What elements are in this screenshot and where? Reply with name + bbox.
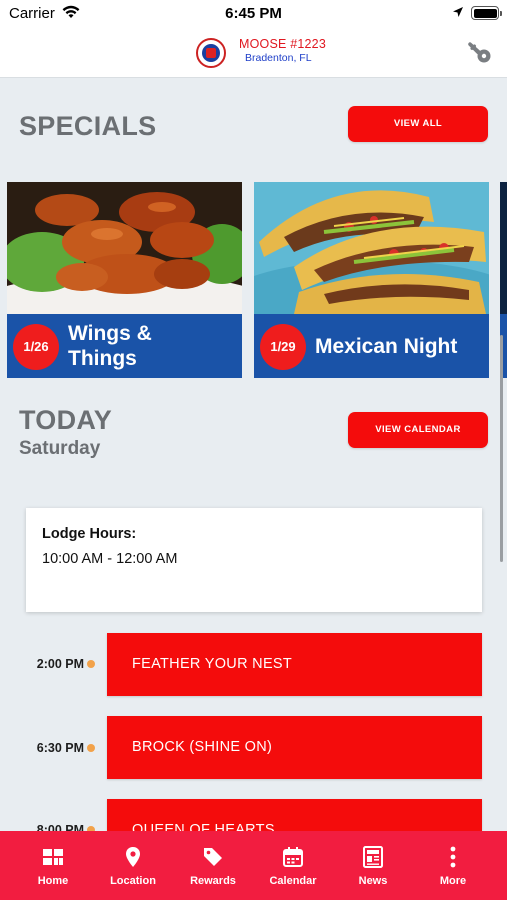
tab-rewards[interactable]: Rewards <box>173 831 253 900</box>
home-grid-icon <box>43 849 63 865</box>
more-vertical-icon <box>450 846 456 868</box>
key-icon[interactable] <box>466 40 492 64</box>
map-pin-icon <box>126 847 140 867</box>
status-bar: Carrier 6:45 PM <box>0 0 507 28</box>
lodge-hours-value: 10:00 AM - 12:00 AM <box>42 551 178 567</box>
card-title-band: 1/29 Mexican Night <box>254 314 489 378</box>
special-title: Mexican Night <box>315 335 458 358</box>
tab-label: Rewards <box>190 875 236 887</box>
lodge-location: Bradenton, FL <box>245 52 312 64</box>
wings-photo <box>7 182 242 314</box>
scrollbar[interactable] <box>500 335 503 562</box>
tab-label: Calendar <box>269 875 317 887</box>
lodge-hours-card: Lodge Hours: 10:00 AM - 12:00 AM <box>26 508 482 612</box>
event-name: FEATHER YOUR NEST <box>132 656 293 672</box>
lodge-name: MOOSE #1223 <box>239 37 326 51</box>
lodge-hours-title: Lodge Hours: <box>42 526 137 542</box>
tab-more[interactable]: More <box>413 831 493 900</box>
special-card-mexican-night[interactable]: 1/29 Mexican Night <box>254 182 489 378</box>
card-title-band: 1/26 Wings & Things <box>7 314 242 378</box>
moose-logo <box>196 38 226 68</box>
event-feather-your-nest[interactable]: FEATHER YOUR NEST <box>107 633 482 696</box>
tab-label: More <box>439 875 467 887</box>
event-dot <box>87 660 95 668</box>
today-heading: TODAY <box>19 405 113 435</box>
tab-label: News <box>358 875 388 887</box>
tab-home[interactable]: Home <box>13 831 93 900</box>
event-brock-shine-on[interactable]: BROCK (SHINE ON) <box>107 716 482 779</box>
app-header: MOOSE #1223 Bradenton, FL <box>0 28 507 78</box>
today-day: Saturday <box>19 438 101 459</box>
date-badge: 1/29 <box>260 324 306 370</box>
view-calendar-button[interactable]: VIEW CALENDAR <box>348 412 488 448</box>
event-time: 6:30 PM <box>36 741 84 755</box>
newspaper-icon <box>363 846 383 868</box>
tab-news[interactable]: News <box>333 831 413 900</box>
tab-calendar[interactable]: Calendar <box>253 831 333 900</box>
special-title-line1: Wings & <box>68 322 152 345</box>
bottom-tab-bar: Home Location Rewards Calendar News More <box>0 831 507 900</box>
special-card-wings[interactable]: 1/26 Wings & Things <box>7 182 242 378</box>
tab-label: Location <box>110 875 156 887</box>
special-title-line2: Things <box>68 347 137 370</box>
battery-icon <box>471 6 502 20</box>
tab-location[interactable]: Location <box>93 831 173 900</box>
calendar-icon <box>283 847 303 867</box>
date-badge: 1/26 <box>13 324 59 370</box>
event-dot <box>87 744 95 752</box>
tag-icon <box>204 848 222 866</box>
tacos-photo <box>254 182 489 314</box>
status-time: 6:45 PM <box>225 5 282 22</box>
event-time: 2:00 PM <box>36 657 84 671</box>
tab-label: Home <box>37 875 69 887</box>
specials-heading: SPECIALS <box>19 111 157 141</box>
location-arrow-icon <box>453 7 463 17</box>
view-all-button[interactable]: VIEW ALL <box>348 106 488 142</box>
event-name: BROCK (SHINE ON) <box>132 739 273 755</box>
